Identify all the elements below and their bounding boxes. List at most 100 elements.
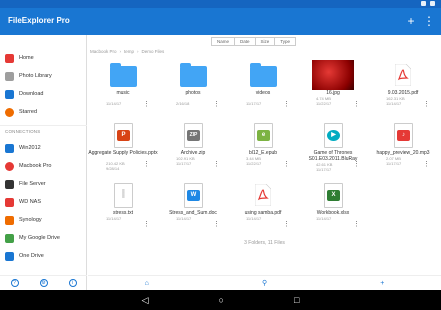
add-icon[interactable]: + [380,280,384,287]
more-vert-icon[interactable]: ⋮ [283,221,290,228]
help-icon[interactable]: ? [10,279,19,287]
file-item[interactable]: music 11/14/17 ⋮ [88,57,158,117]
sidebar-item-label: WD NAS [19,199,41,205]
home-nav-icon[interactable]: ○ [219,295,224,305]
file-date: 11/17/17 [316,167,332,172]
more-vert-icon[interactable]: ⋮ [213,101,220,108]
sort-type-button[interactable]: Type [274,37,297,46]
file-item[interactable]: photos 2/16/18 ⋮ [158,57,228,117]
file-date: 9/28/14 [106,166,120,171]
file-name: videos [255,90,271,96]
status-bar [0,0,441,8]
file-name: stress.txt [112,210,133,216]
app-title: FileExplorer Pro [8,16,70,25]
more-vert-icon[interactable]: ⋮ [283,101,290,108]
battery-icon [430,1,435,6]
sidebar-item-synology[interactable]: Synology [0,211,87,229]
pdf-icon [394,63,412,87]
more-vert-icon[interactable]: ⋮ [353,161,360,168]
file-date: 11/17/17 [386,161,402,166]
sidebar-item-file-server[interactable]: File Server [0,175,87,193]
file-item[interactable]: 9.03.2015.pdf 162.31 KB 11/14/17 ⋮ [368,57,438,117]
connections-header: CONNECTIONS [5,129,41,134]
more-vert-icon[interactable]: ⋮ [143,221,150,228]
search-icon[interactable]: ⚲ [262,279,267,287]
sidebar-bottom-bar: ? ⚙ i [0,275,87,290]
folder-summary: 3 Folders, 11 Files [244,240,285,246]
breadcrumb: Macbook Pro › temp › Demo Files [90,49,164,54]
more-vert-icon[interactable]: ⋮ [353,101,360,108]
file-item[interactable]: ZIP Archive.zip 102.91 KB 11/17/17 ⋮ [158,117,228,177]
file-item[interactable]: ≡ ≡ ≡ stress.txt 11/14/17 ⋮ [88,177,158,237]
sort-date-button[interactable]: Date [234,37,256,46]
more-vert-icon[interactable]: ⋮ [213,221,220,228]
more-vert-icon[interactable]: ⋮ [353,221,360,228]
sidebar: Home Photo Library Download Starred CONN… [0,35,87,290]
more-vert-icon[interactable]: ⋮ [143,101,150,108]
sidebar-item-photo-library[interactable]: Photo Library [0,67,87,85]
photo-library-icon [5,71,14,81]
file-name: Aggregate Supply Policies.pptx [88,150,158,156]
sidebar-item-download[interactable]: Download [0,85,87,103]
folder-icon [110,63,137,87]
file-item[interactable]: P Aggregate Supply Policies.pptx 210.42 … [88,117,158,177]
sidebar-item-macbook-pro[interactable]: Macbook Pro [0,157,87,175]
back-icon[interactable]: ◁ [142,295,149,306]
sidebar-item-win2012[interactable]: Win2012 [0,139,87,157]
more-vert-icon[interactable]: ⋮ [423,161,430,168]
file-date: 11/14/17 [176,216,192,221]
folder-icon [250,63,277,87]
info-icon[interactable]: i [68,279,77,287]
sidebar-item-starred[interactable]: Starred [0,103,87,121]
sidebar-item-label: Starred [19,109,38,115]
sidebar-item-label: My Google Drive [19,235,60,241]
sidebar-item-label: Photo Library [19,73,52,79]
file-item[interactable]: videos 11/17/17 ⋮ [228,57,298,117]
sidebar-item-google-drive[interactable]: My Google Drive [0,229,87,247]
more-vert-icon[interactable]: ⋮ [423,101,430,108]
sort-name-button[interactable]: Name [211,37,236,46]
more-vert-icon[interactable]: ⋮ [143,161,150,168]
file-date: 2/16/18 [176,101,190,106]
file-item[interactable]: 16.jpg 4.74 MB 11/22/17 ⋮ [298,57,368,117]
recents-icon[interactable]: □ [294,295,299,305]
powerpoint-icon: P [114,123,133,148]
file-date: 11/14/17 [106,101,122,106]
more-vert-icon[interactable]: ⋮ [423,14,435,28]
sidebar-item-wd-nas[interactable]: WD NAS [0,193,87,211]
image-thumbnail [312,60,354,90]
sidebar-item-one-drive[interactable]: One Drive [0,247,87,265]
download-icon [5,89,14,99]
file-item[interactable]: W Stress_and_Sum.doc 11/14/17 ⋮ [158,177,228,237]
macbook-icon [5,161,14,171]
home-icon[interactable]: ⌂ [145,280,149,287]
windows-server-icon [5,143,14,153]
more-vert-icon[interactable]: ⋮ [213,161,220,168]
file-item[interactable]: ♪ happy_preview_20.mp3 2.07 MB 11/17/17 … [368,117,438,177]
sidebar-item-label: Synology [19,217,42,223]
file-browser: Name Date Size Type Macbook Pro › temp ›… [88,35,441,290]
video-icon: ▶ [324,123,343,148]
breadcrumb-item[interactable]: Demo Files [142,49,165,54]
file-name: photos [185,90,201,96]
file-date: 11/14/17 [106,216,122,221]
breadcrumb-item[interactable]: Macbook Pro [90,49,117,54]
star-icon [5,107,14,117]
file-item[interactable]: ▶ Game of Thrones S01.E03.2011.BluRay 42… [298,117,368,177]
sidebar-divider [0,125,87,126]
file-name: Workbook.xlsx [316,210,350,216]
add-icon[interactable]: + [405,14,417,28]
google-drive-icon [5,233,14,243]
sort-toolbar: Name Date Size Type [88,35,441,47]
file-item[interactable]: e bl12_E.epub 3.44 MB 11/22/17 ⋮ [228,117,298,177]
breadcrumb-item[interactable]: temp [124,49,134,54]
file-item[interactable]: X Workbook.xlsx 11/14/17 ⋮ [298,177,368,237]
more-vert-icon[interactable]: ⋮ [283,161,290,168]
file-server-icon [5,179,14,189]
file-item[interactable]: using samba.pdf 11/14/17 ⋮ [228,177,298,237]
sidebar-item-home[interactable]: Home [0,49,87,67]
text-file-icon: ≡ ≡ ≡ [114,183,133,208]
word-icon: W [184,183,203,208]
sort-size-button[interactable]: Size [254,37,276,46]
settings-icon[interactable]: ⚙ [39,279,48,287]
